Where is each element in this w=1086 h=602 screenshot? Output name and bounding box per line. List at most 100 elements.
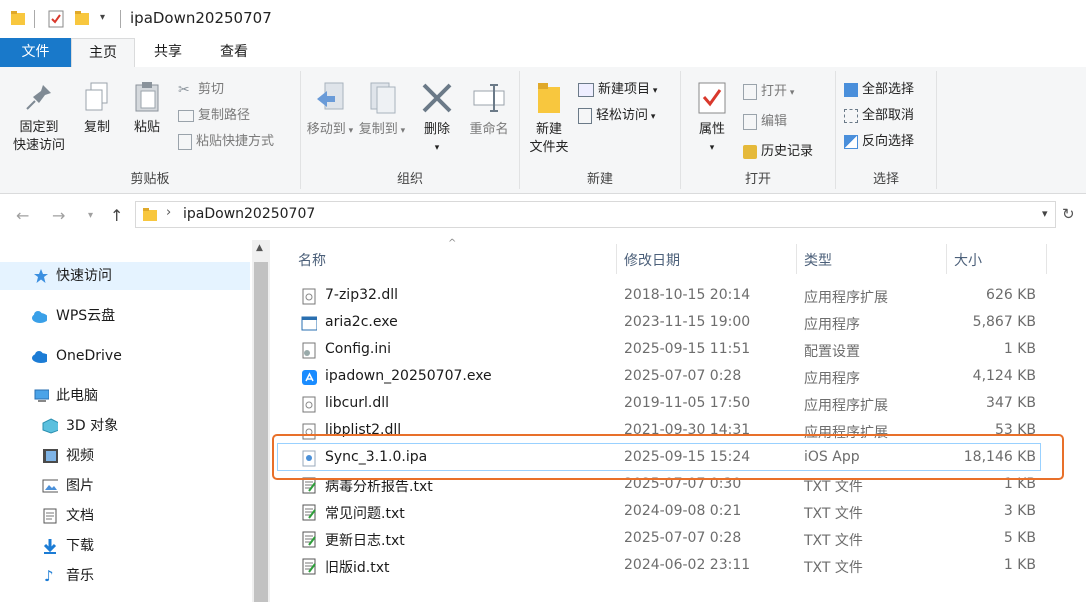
copy-button[interactable]: 复制 xyxy=(78,81,116,137)
address-path[interactable]: ipaDown20250707 xyxy=(183,206,315,222)
tab-share[interactable]: 共享 xyxy=(138,38,198,67)
column-header-date[interactable]: 修改日期 xyxy=(624,250,680,270)
new-item-label: 新建项目 xyxy=(598,82,651,97)
nav-item-this-pc[interactable]: 此电脑 xyxy=(0,382,250,410)
table-row[interactable]: libcurl.dll 2019-11-05 17:50 应用程序扩展 347 KB xyxy=(272,391,1072,418)
history-button[interactable]: 历史记录 xyxy=(743,141,813,163)
open-group-label: 打开 xyxy=(744,172,771,187)
pin-quick-access-button[interactable]: 固定到 快速访问 xyxy=(6,81,72,155)
paste-icon xyxy=(135,82,159,112)
table-row[interactable]: aria2c.exe 2023-11-15 19:00 应用程序 5,867 KB xyxy=(272,310,1072,337)
tab-view[interactable]: 查看 xyxy=(204,38,264,67)
up-icon[interactable]: ↑ xyxy=(110,206,123,225)
new-item-button[interactable]: 新建项目 ▾ xyxy=(578,79,657,101)
forward-icon[interactable]: → xyxy=(52,206,65,225)
paste-shortcut-label: 粘贴快捷方式 xyxy=(196,134,275,149)
rename-button[interactable]: 重命名 xyxy=(463,81,515,139)
column-separator[interactable] xyxy=(796,244,797,274)
picture-icon xyxy=(42,479,58,493)
cut-button[interactable]: ✂ 剪切 xyxy=(178,79,224,101)
customize-quick-access-icon[interactable]: ▾ xyxy=(100,12,105,23)
tab-file[interactable]: 文件 xyxy=(0,38,71,67)
pin-icon xyxy=(26,85,51,110)
file-size: 5,867 KB xyxy=(972,314,1036,330)
column-header-type[interactable]: 类型 xyxy=(804,250,832,270)
address-dropdown-icon[interactable]: ▾ xyxy=(1042,207,1048,220)
nav-item-wps-cloud[interactable]: WPS云盘 xyxy=(0,302,250,330)
ini-icon xyxy=(302,342,316,359)
copy-to-label: 复制到 xyxy=(358,122,398,137)
column-header-name[interactable]: 名称 xyxy=(298,250,326,270)
open-button[interactable]: 打开 ▾ xyxy=(743,81,794,103)
move-to-button[interactable]: 移动到 ▾ xyxy=(305,81,355,140)
delete-x-icon xyxy=(422,83,452,113)
copy-path-button[interactable]: 复制路径 xyxy=(178,105,250,127)
file-size: 4,124 KB xyxy=(972,368,1036,384)
column-header-size[interactable]: 大小 xyxy=(954,250,982,270)
file-type: 应用程序 xyxy=(804,317,860,333)
tab-home[interactable]: 主页 xyxy=(71,38,135,67)
file-type: 配置设置 xyxy=(804,344,860,360)
nav-item-downloads[interactable]: 下载 xyxy=(0,532,250,560)
file-size: 5 KB xyxy=(1003,530,1036,546)
organize-group-label: 组织 xyxy=(396,172,423,187)
properties-button[interactable]: 属性 ▾ xyxy=(689,81,735,157)
nav-item-3d-objects[interactable]: 3D 对象 xyxy=(0,412,250,440)
dll-icon xyxy=(302,396,316,413)
back-icon[interactable]: ← xyxy=(16,206,29,225)
recent-locations-icon[interactable]: ▾ xyxy=(88,210,93,221)
nav-item-onedrive[interactable]: OneDrive xyxy=(0,342,250,370)
nav-item-videos[interactable]: 视频 xyxy=(0,442,250,470)
copy-to-button[interactable]: 复制到 ▾ xyxy=(357,81,407,140)
table-row[interactable]: 旧版id.txt 2024-06-02 23:11 TXT 文件 1 KB xyxy=(272,553,1072,580)
ribbon: 固定到 快速访问 复制 粘贴 ✂ 剪切 复制路径 粘贴快捷方式 剪贴板 移动到 ▾… xyxy=(0,67,1086,194)
new-folder-button[interactable]: 新建 文件夹 xyxy=(524,81,574,157)
txt-icon xyxy=(302,504,316,521)
onedrive-cloud-icon xyxy=(32,351,47,363)
file-size: 347 KB xyxy=(986,395,1036,411)
column-separator[interactable] xyxy=(946,244,947,274)
invert-selection-button[interactable]: 反向选择 xyxy=(844,131,914,153)
table-row[interactable]: 更新日志.txt 2025-07-07 0:28 TXT 文件 5 KB xyxy=(272,526,1072,553)
properties-dropdown-icon[interactable]: ▾ xyxy=(689,139,735,157)
edit-button[interactable]: 编辑 xyxy=(743,111,787,133)
breadcrumb-chevron-icon[interactable]: › xyxy=(166,205,171,220)
table-row[interactable]: Config.ini 2025-09-15 11:51 配置设置 1 KB xyxy=(272,337,1072,364)
table-row[interactable]: 7-zip32.dll 2018-10-15 20:14 应用程序扩展 626 KB xyxy=(272,283,1072,310)
scroll-up-icon[interactable]: ▲ xyxy=(256,243,263,253)
delete-button[interactable]: 删除 ▾ xyxy=(417,81,457,157)
column-separator[interactable] xyxy=(1046,244,1047,274)
table-row[interactable]: 常见问题.txt 2024-09-08 0:21 TXT 文件 3 KB xyxy=(272,499,1072,526)
new-folder-label-line1: 新建 xyxy=(535,122,562,137)
delete-dropdown-icon[interactable]: ▾ xyxy=(417,139,457,157)
refresh-icon[interactable]: ↻ xyxy=(1062,205,1075,223)
nav-label: 文档 xyxy=(66,508,94,524)
nav-item-documents[interactable]: 文档 xyxy=(0,502,250,530)
select-all-button[interactable]: 全部选择 xyxy=(844,79,914,101)
paste-shortcut-button[interactable]: 粘贴快捷方式 xyxy=(178,131,274,153)
invert-selection-label: 反向选择 xyxy=(862,134,915,149)
file-size: 1 KB xyxy=(1003,341,1036,357)
nav-item-pictures[interactable]: 图片 xyxy=(0,472,250,500)
sort-ascending-icon: ^ xyxy=(448,238,457,249)
new-item-icon xyxy=(578,82,594,97)
select-none-button[interactable]: 全部取消 xyxy=(844,105,914,127)
nav-label: 下载 xyxy=(66,538,94,554)
nav-item-quick-access[interactable]: 快速访问 xyxy=(0,262,250,290)
file-size: 1 KB xyxy=(1003,557,1036,573)
nav-scrollbar-thumb[interactable] xyxy=(254,262,268,602)
nav-item-music[interactable]: ♪ 音乐 xyxy=(0,562,250,590)
window-title: ipaDown20250707 xyxy=(130,9,272,27)
properties-quick-icon[interactable] xyxy=(48,10,64,28)
new-folder-quick-icon[interactable] xyxy=(74,10,90,26)
cloud-icon xyxy=(32,311,47,323)
paste-button[interactable]: 粘贴 xyxy=(128,81,166,137)
paste-label: 粘贴 xyxy=(133,120,160,135)
easy-access-button[interactable]: 轻松访问 ▾ xyxy=(578,105,655,127)
copy-path-label: 复制路径 xyxy=(198,108,251,123)
table-row[interactable]: ipadown_20250707.exe 2025-07-07 0:28 应用程序 4… xyxy=(272,364,1072,391)
select-none-icon xyxy=(844,108,858,123)
column-separator[interactable] xyxy=(616,244,617,274)
nav-label: WPS云盘 xyxy=(56,308,116,324)
rename-icon xyxy=(473,84,505,112)
